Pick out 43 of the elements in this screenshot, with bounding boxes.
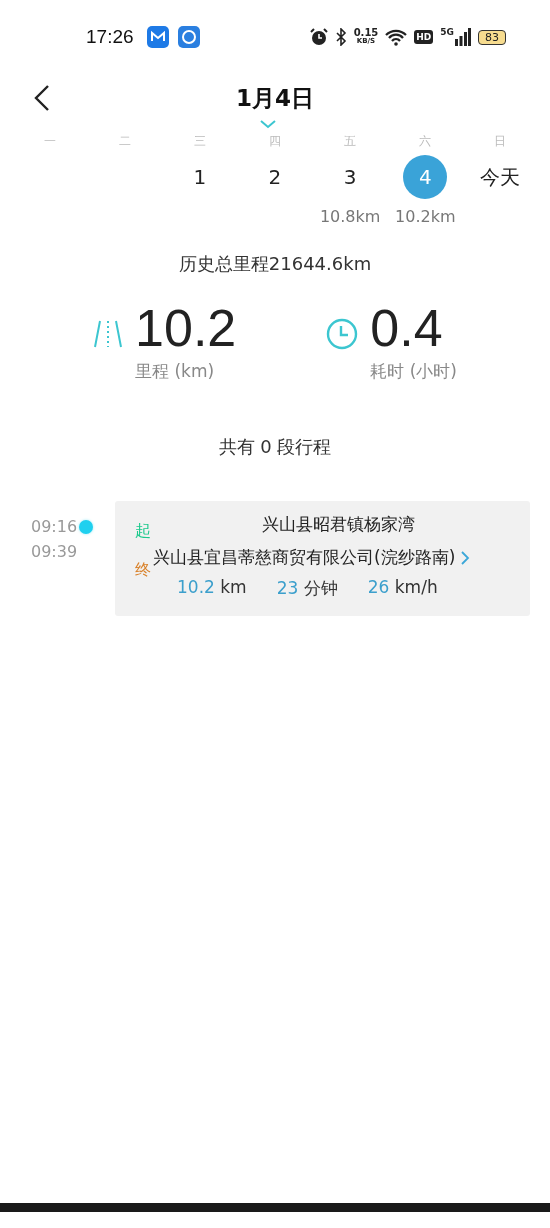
start-marker: 起 [135, 521, 151, 542]
app-icon [146, 26, 169, 48]
start-location: 兴山县昭君镇杨家湾 [261, 513, 416, 536]
back-icon[interactable] [34, 84, 50, 112]
clock-icon [326, 318, 359, 350]
wifi-icon [385, 28, 408, 46]
stat-label: 里程 (km) [135, 360, 216, 383]
end-marker: 终 [135, 560, 151, 581]
trip-speed: 26 km/h [367, 577, 438, 599]
weekday-label: 五 [343, 133, 358, 150]
stat-value: 10.2 [135, 298, 237, 359]
app-icon [177, 26, 200, 48]
stat-label: 耗时 (小时) [370, 360, 457, 383]
hd-badge: HD [414, 30, 434, 44]
trip-count: 共有 0 段行程 [217, 435, 333, 459]
start-time: 09:16 [31, 517, 78, 536]
stat-value: 0.4 [370, 298, 444, 359]
alarm-icon [309, 28, 328, 46]
status-time: 17:26 [86, 26, 134, 48]
calendar-day[interactable]: 今天 [478, 155, 523, 199]
trip-duration: 23 分钟 [276, 577, 338, 600]
weekday-label: 日 [493, 133, 508, 150]
chevron-right-icon [461, 550, 471, 565]
calendar-day[interactable]: 2 [253, 155, 297, 199]
day-distance: 10.2km [395, 207, 456, 226]
trip-card[interactable]: 起 终 兴山县昭君镇杨家湾 兴山县宜昌蒂慈商贸有限公司(浣纱路南) 10.2 km 23 分钟 26 km/h [115, 501, 530, 616]
weekday-label: 三 [192, 133, 207, 150]
signal-icon [455, 28, 471, 46]
weekday-label: 六 [418, 133, 433, 150]
calendar-day[interactable]: 1 [177, 155, 222, 199]
road-icon [93, 318, 124, 350]
total-mileage: 历史总里程21644.6km [177, 252, 373, 276]
calendar-day[interactable]: 3 [328, 155, 373, 199]
timeline-dot [79, 519, 94, 534]
weekday-label: 四 [268, 133, 282, 150]
bluetooth-icon [334, 28, 347, 46]
battery-level: 83 [478, 29, 506, 45]
end-time: 09:39 [31, 542, 79, 561]
network-type: 5G [440, 27, 454, 37]
day-distance: 10.8km [319, 207, 381, 226]
end-location: 兴山县宜昌蒂慈商贸有限公司(浣纱路南) [153, 546, 456, 569]
date-title[interactable]: 1月4日 [236, 82, 314, 114]
trip-distance: 10.2 km [177, 577, 247, 599]
